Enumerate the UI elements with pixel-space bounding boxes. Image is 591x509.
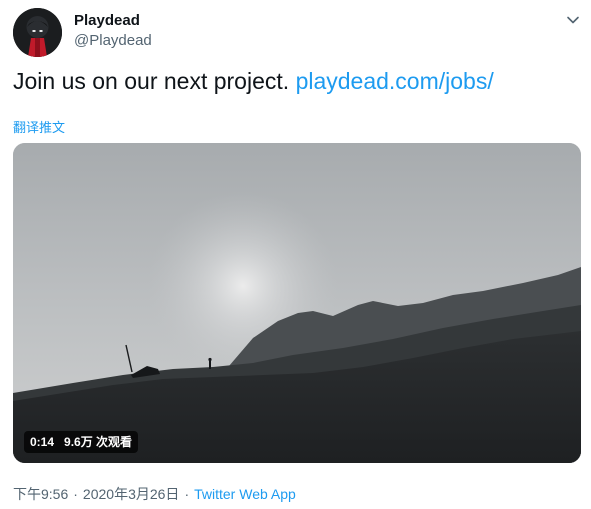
more-options-button[interactable] (563, 10, 583, 30)
tweet-time[interactable]: 下午9:56 (13, 486, 68, 502)
separator: · (184, 486, 190, 502)
translate-tweet-link[interactable]: 翻译推文 (13, 117, 65, 136)
video-player[interactable] (13, 143, 581, 463)
video-thumbnail (13, 143, 581, 463)
tweet-metadata: 下午9:56 · 2020年3月26日 · Twitter Web App (13, 484, 296, 504)
author-handle[interactable]: @Playdead (74, 32, 152, 49)
tweet-card: Playdead @Playdead Join us on our next p… (0, 0, 591, 509)
video-view-count: 9.6万 次观看 (64, 435, 133, 449)
red-figure-avatar-icon (13, 8, 62, 57)
tweet-date[interactable]: 2020年3月26日 (83, 486, 180, 502)
separator: · (73, 486, 78, 502)
tweet-link[interactable]: playdead.com/jobs/ (296, 68, 494, 94)
tweet-source-link[interactable]: Twitter Web App (194, 486, 296, 502)
video-duration: 0:14 (30, 435, 55, 449)
tweet-body: Join us on our next project. (13, 68, 290, 94)
video-info-badge: 0:14 9.6万 次观看 (24, 431, 139, 453)
tweet-text: Join us on our next project. playdead.co… (13, 66, 494, 96)
author-name[interactable]: Playdead (74, 12, 140, 29)
avatar[interactable] (13, 8, 62, 57)
chevron-down-icon (567, 16, 579, 24)
